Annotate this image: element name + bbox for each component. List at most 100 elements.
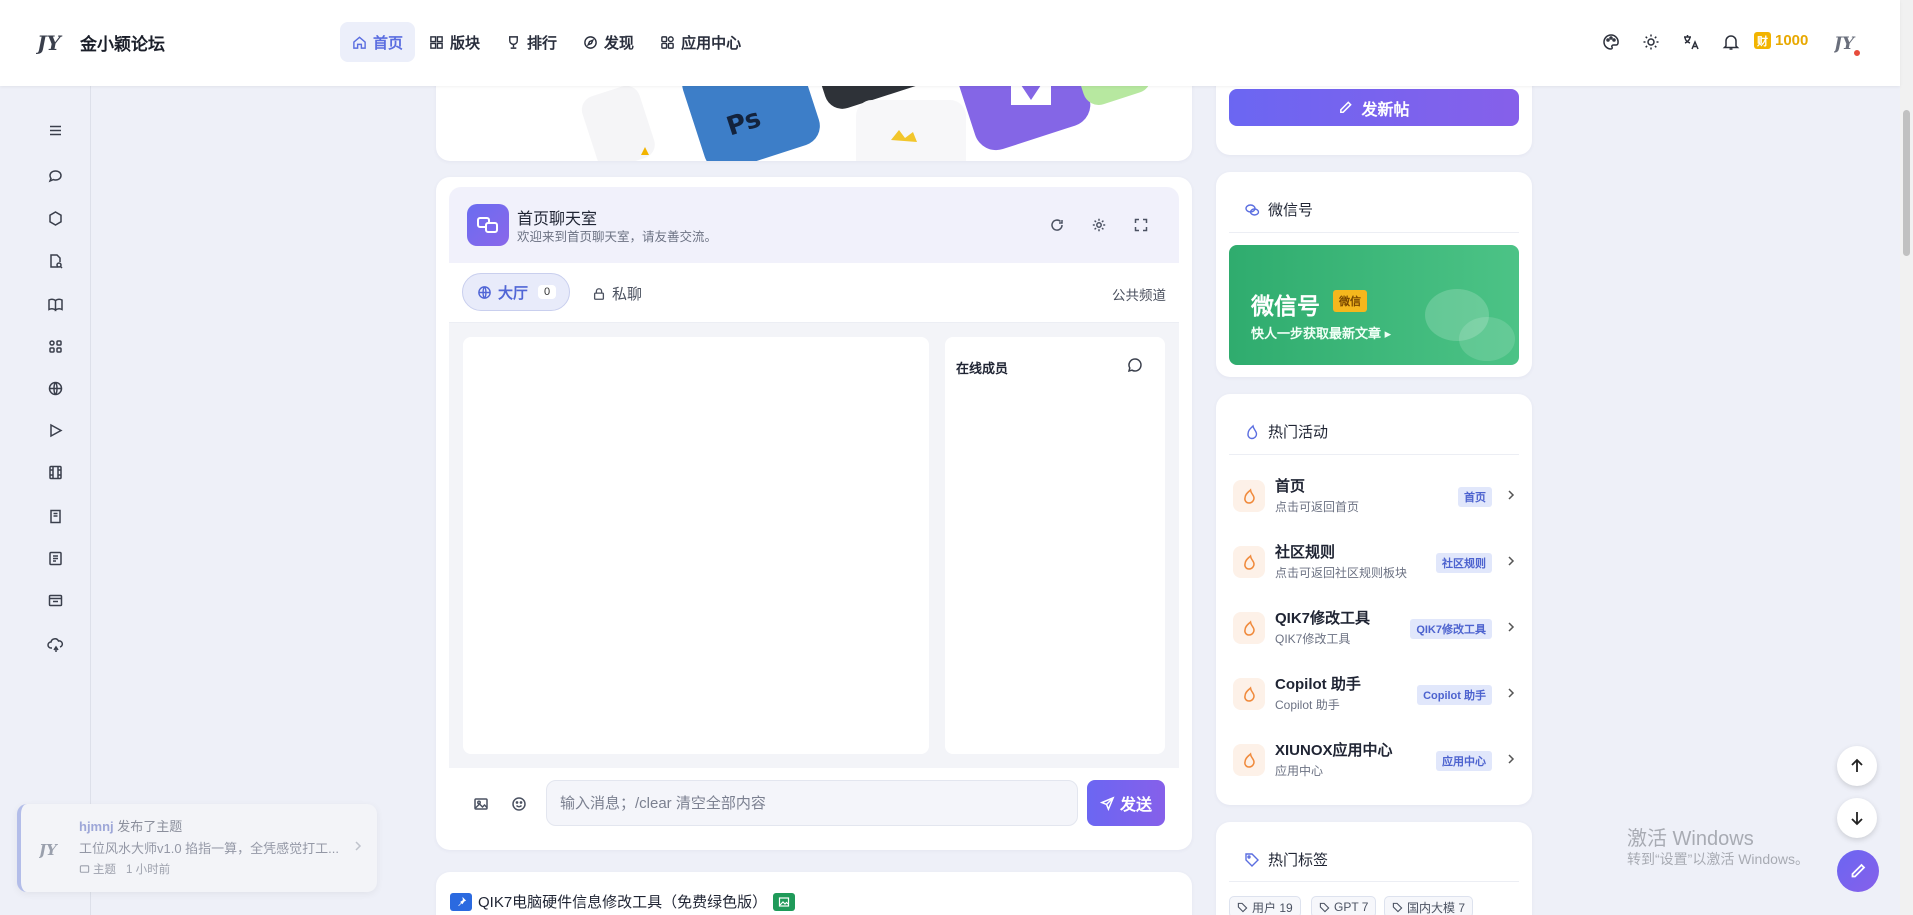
send-button[interactable]: 发送 bbox=[1087, 780, 1165, 826]
nav-discover[interactable]: 发现 bbox=[571, 22, 646, 62]
hot-tag[interactable]: 国内大模 7 bbox=[1384, 896, 1474, 915]
chat-room-logo bbox=[467, 204, 509, 246]
menu-icon[interactable] bbox=[47, 122, 64, 139]
activity-toast[interactable]: JY hjmnj 发布了主题 工位风水大师v1.0 掐指一算，全凭感觉打工...… bbox=[17, 804, 377, 892]
list-icon[interactable] bbox=[47, 550, 64, 567]
page-scrollbar[interactable] bbox=[1900, 0, 1913, 915]
activity-desc: 点击可返回首页 bbox=[1275, 500, 1360, 514]
hot-tag-label: 用户 19 bbox=[1252, 900, 1293, 915]
book-icon[interactable] bbox=[47, 508, 64, 525]
nav-boards[interactable]: 版块 bbox=[417, 22, 492, 62]
site-name[interactable]: 金小颖论坛 bbox=[80, 30, 165, 55]
activity-item[interactable]: 首页 点击可返回首页 首页 bbox=[1233, 467, 1518, 527]
toast-text: 工位风水大师v1.0 掐指一算，全凭感觉打工... bbox=[79, 841, 340, 856]
chat-subtitle: 欢迎来到首页聊天室，请友善交流。 bbox=[517, 230, 718, 244]
nav-app-center-label: 应用中心 bbox=[681, 34, 742, 52]
tab-hall[interactable]: 大厅 0 bbox=[462, 273, 570, 311]
translate-icon[interactable] bbox=[1682, 33, 1700, 51]
palette-icon[interactable] bbox=[1602, 33, 1620, 51]
scroll-top-button[interactable] bbox=[1837, 746, 1877, 786]
wechat-banner-subtitle: 快人一步获取最新文章 ▸ bbox=[1251, 326, 1392, 341]
message-area[interactable] bbox=[463, 337, 929, 754]
image-icon[interactable] bbox=[473, 796, 489, 812]
tag-icon bbox=[1237, 902, 1248, 912]
mail-icon[interactable] bbox=[47, 592, 64, 609]
home-icon bbox=[353, 35, 366, 49]
coin-balance[interactable]: 财 1000 bbox=[1754, 32, 1808, 49]
nav-home[interactable]: 首页 bbox=[340, 22, 416, 62]
message-circle-icon[interactable] bbox=[1127, 357, 1143, 373]
activity-name: Copilot 助手 bbox=[1275, 676, 1361, 693]
left-sidebar bbox=[0, 86, 91, 915]
toast-user[interactable]: hjmnj bbox=[79, 819, 114, 834]
sun-icon[interactable] bbox=[1642, 33, 1660, 51]
hexagon-icon[interactable] bbox=[47, 210, 64, 227]
toast-action: 发布了主题 bbox=[117, 819, 183, 834]
activity-item[interactable]: Copilot 助手 Copilot 助手 Copilot 助手 bbox=[1233, 665, 1518, 725]
apps-icon bbox=[661, 35, 674, 49]
hot-tag[interactable]: 用户 19 bbox=[1229, 896, 1301, 915]
grid-icon bbox=[430, 35, 443, 49]
chat-icon[interactable] bbox=[47, 168, 64, 185]
globe-icon[interactable] bbox=[47, 380, 64, 397]
nav-ranking-label: 排行 bbox=[527, 34, 558, 52]
wechat-section-label: 微信号 bbox=[1268, 202, 1314, 219]
film-icon[interactable] bbox=[47, 464, 64, 481]
book-open-icon[interactable] bbox=[47, 296, 64, 313]
activity-desc: QIK7修改工具 bbox=[1275, 632, 1351, 646]
activity-item[interactable]: 社区规则 点击可返回社区规则板块 社区规则 bbox=[1233, 533, 1518, 593]
fullscreen-icon[interactable] bbox=[1133, 217, 1149, 233]
pencil-icon bbox=[1851, 863, 1866, 878]
activity-tag: 社区规则 bbox=[1436, 553, 1492, 573]
new-post-button[interactable]: 发新帖 bbox=[1229, 89, 1519, 126]
main-nav: 首页 版块 排行 发现 应用中心 bbox=[340, 22, 753, 62]
hall-count-badge: 0 bbox=[538, 285, 557, 299]
post-title: QIK7电脑硬件信息修改工具（免费绿色版） bbox=[478, 894, 768, 911]
scroll-thumb[interactable] bbox=[1903, 110, 1910, 256]
tab-private[interactable]: 私聊 bbox=[592, 283, 642, 304]
file-search-icon[interactable] bbox=[47, 253, 64, 270]
tab-private-label: 私聊 bbox=[612, 286, 643, 303]
hot-tag[interactable]: GPT 7 bbox=[1311, 896, 1377, 915]
flame-icon bbox=[1233, 612, 1265, 644]
nav-ranking[interactable]: 排行 bbox=[494, 22, 569, 62]
post-item[interactable]: QIK7电脑硬件信息修改工具（免费绿色版） bbox=[450, 891, 796, 912]
nav-app-center[interactable]: 应用中心 bbox=[648, 22, 753, 62]
flame-icon bbox=[1247, 424, 1258, 439]
refresh-icon[interactable] bbox=[1049, 217, 1065, 233]
chevron-right-icon bbox=[1508, 556, 1515, 566]
scroll-bottom-button[interactable] bbox=[1837, 798, 1877, 838]
lock-icon bbox=[593, 287, 605, 300]
activity-name: XIUNOX应用中心 bbox=[1275, 742, 1393, 759]
svg-text:JY: JY bbox=[39, 841, 58, 859]
activity-item[interactable]: QIK7修改工具 QIK7修改工具 QIK7修改工具 bbox=[1233, 599, 1518, 659]
settings-icon[interactable] bbox=[1091, 217, 1107, 233]
members-title: 在线成员 bbox=[956, 361, 1009, 376]
activity-name: QIK7修改工具 bbox=[1275, 610, 1371, 627]
site-logo[interactable]: JY bbox=[36, 28, 66, 56]
flame-icon bbox=[1233, 480, 1265, 512]
bell-icon[interactable] bbox=[1722, 33, 1740, 51]
activity-item[interactable]: XIUNOX应用中心 应用中心 应用中心 bbox=[1233, 731, 1518, 791]
compose-fab[interactable] bbox=[1837, 850, 1879, 892]
cloud-sync-icon[interactable] bbox=[47, 636, 64, 653]
apps-icon[interactable] bbox=[47, 338, 64, 355]
play-icon[interactable] bbox=[47, 422, 64, 439]
notification-dot bbox=[1852, 48, 1862, 58]
divider bbox=[1229, 232, 1519, 233]
hot-tag-label: 国内大模 7 bbox=[1407, 900, 1466, 915]
activity-tag: QIK7修改工具 bbox=[1410, 619, 1492, 639]
nav-boards-label: 版块 bbox=[450, 34, 481, 52]
emoji-icon[interactable] bbox=[511, 796, 527, 812]
windows-activation-subtitle: 转到“设置”以激活 Windows。 bbox=[1627, 851, 1810, 867]
activity-desc: Copilot 助手 bbox=[1275, 698, 1340, 712]
windows-activation-title: 激活 Windows bbox=[1627, 828, 1754, 850]
wechat-icon bbox=[1245, 203, 1260, 216]
tags-label: 热门标签 bbox=[1268, 852, 1329, 869]
wechat-banner[interactable]: 微信号 微信 快人一步获取最新文章 ▸ bbox=[1229, 245, 1519, 365]
activity-name: 社区规则 bbox=[1275, 544, 1336, 561]
toast-avatar: JY bbox=[39, 838, 63, 860]
chevron-right-icon bbox=[1508, 688, 1515, 698]
message-input[interactable] bbox=[546, 780, 1078, 826]
tab-hall-label: 大厅 bbox=[498, 284, 529, 302]
